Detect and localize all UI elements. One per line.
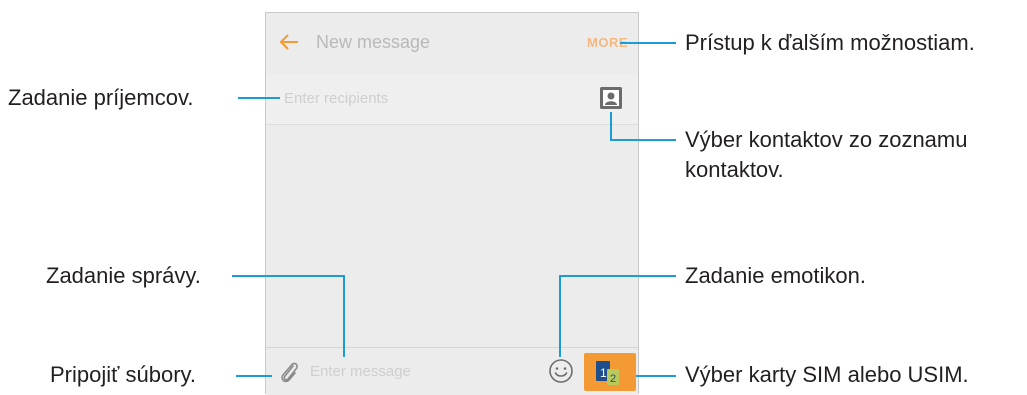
sim-primary-label: 1: [600, 366, 607, 380]
paperclip-icon[interactable]: [278, 359, 300, 385]
contact-icon[interactable]: [600, 87, 622, 109]
message-input[interactable]: Enter message: [310, 363, 411, 380]
sim-secondary-label: 2: [610, 373, 616, 385]
callout-line-sim: [636, 375, 676, 377]
smiley-icon[interactable]: [548, 358, 574, 384]
callout-contacts-line2: kontaktov.: [685, 157, 784, 182]
callout-line-attach: [236, 375, 272, 377]
back-arrow-icon[interactable]: [278, 31, 300, 53]
callout-line-emoticon-v: [559, 275, 561, 357]
callout-line-contacts-h: [610, 139, 676, 141]
callout-line-more: [620, 42, 676, 44]
sim-select-button[interactable]: 1 2: [584, 353, 636, 391]
callout-attach: Pripojiť súbory.: [50, 362, 197, 387]
callout-line-recipients: [238, 97, 280, 99]
sim-card-icon: 1 2: [596, 361, 619, 385]
callout-emoticon: Zadanie emotikon.: [685, 263, 866, 288]
phone-screen: New message MORE Enter recipients Enter …: [265, 12, 639, 395]
recipients-input[interactable]: Enter recipients: [284, 90, 388, 107]
callout-recipients: Zadanie príjemcov.: [8, 85, 194, 110]
callout-line-message-h: [232, 275, 345, 277]
callout-message: Zadanie správy.: [46, 263, 201, 288]
callout-line-contacts-v: [610, 112, 612, 141]
callout-more: Prístup k ďalším možnostiam.: [685, 30, 975, 55]
callout-contacts-line1: Výber kontaktov zo zoznamu: [685, 127, 968, 152]
callout-line-message-v: [343, 275, 345, 357]
recipients-row: Enter recipients: [266, 75, 638, 125]
compose-bar: Enter message 1 2: [266, 347, 638, 395]
app-bar: New message MORE: [266, 13, 638, 75]
callout-line-emoticon-h: [559, 275, 676, 277]
message-body-area: [266, 125, 638, 347]
screen-title: New message: [316, 32, 431, 52]
callout-sim: Výber karty SIM alebo USIM.: [685, 362, 969, 387]
